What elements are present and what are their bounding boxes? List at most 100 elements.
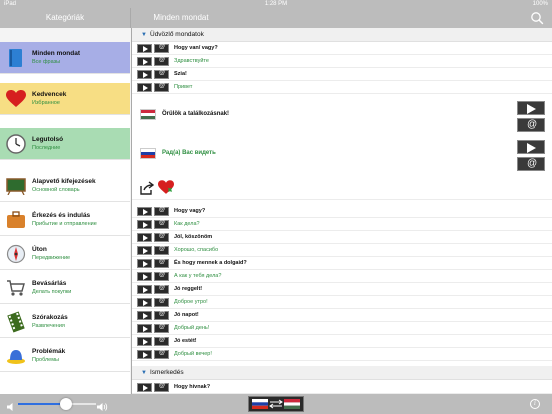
play-button[interactable] [137, 383, 152, 392]
play-button[interactable] [137, 298, 152, 307]
phrase-row[interactable]: Hogy vagy? [132, 205, 552, 218]
play-button[interactable] [517, 140, 545, 154]
phrase-text: Hogy hívnak? [174, 384, 211, 390]
sidebar-item-title: Alapvető kifejezések [32, 178, 96, 185]
sidebar-item-problems[interactable]: Problémák Проблемы [0, 340, 130, 372]
page-title: Minden mondat [153, 13, 209, 22]
sidebar-item-travel[interactable]: Úton Передвижение [0, 238, 130, 270]
battery-label: 100% [532, 1, 548, 7]
slow-play-button[interactable] [154, 324, 169, 333]
phrase-row[interactable]: Jó reggelt! [132, 283, 552, 296]
chevron-down-icon: ▼ [141, 370, 147, 376]
volume-slider-fill [18, 403, 67, 405]
phrase-text: Hogy vagy? [174, 208, 206, 214]
phrase-row[interactable]: Jó napot! [132, 309, 552, 322]
slow-play-button[interactable] [154, 298, 169, 307]
play-button[interactable] [137, 246, 152, 255]
slow-play-button[interactable] [154, 350, 169, 359]
slow-play-button[interactable] [154, 44, 169, 53]
sidebar-item-title: Érkezés és indulás [32, 212, 91, 219]
phrase-row[interactable]: Как дела? [132, 218, 552, 231]
slow-play-button[interactable] [154, 83, 169, 92]
slow-play-button[interactable] [154, 246, 169, 255]
sidebar-item-shopping[interactable]: Bevásárlás Делать покупки [0, 272, 130, 304]
share-icon[interactable] [140, 181, 155, 195]
play-button[interactable] [137, 350, 152, 359]
play-button[interactable] [137, 83, 152, 92]
section-header-introductions[interactable]: ▼ Ismerkedés [132, 366, 552, 380]
sidebar-item-title: Kedvencek [32, 91, 67, 98]
russian-flag-icon [140, 148, 156, 159]
slow-play-button[interactable] [154, 220, 169, 229]
phrase-row[interactable]: Hogy hívnak? [132, 381, 552, 394]
section-header-greetings[interactable]: ▼ Üdvözlő mondatok [132, 28, 552, 42]
sidebar-item-arrival-departure[interactable]: Érkezés és indulás Прибытие и отправлени… [0, 204, 130, 236]
clock-icon [6, 134, 26, 154]
phrase-row[interactable]: Szia! [132, 68, 552, 81]
play-button[interactable] [137, 44, 152, 53]
phrase-row[interactable]: Добрый день! [132, 322, 552, 335]
phrase-row[interactable]: Добрый вечер! [132, 348, 552, 361]
phrase-text: Добрый вечер! [174, 351, 212, 357]
sidebar-item-favorites[interactable]: Kedvencek Избранное [0, 83, 130, 115]
phrase-row[interactable]: А как у тебя дела? [132, 270, 552, 283]
sidebar-item-title: Szórakozás [32, 314, 68, 321]
phrase-row[interactable]: Jó estét! [132, 335, 552, 348]
slow-play-button[interactable] [154, 383, 169, 392]
slow-play-button[interactable] [517, 118, 545, 132]
language-switch-button[interactable] [248, 396, 304, 412]
phrase-text: Привет [174, 84, 193, 90]
phrase-row[interactable]: Здравствуйте [132, 55, 552, 68]
play-button[interactable] [137, 311, 152, 320]
play-button[interactable] [137, 57, 152, 66]
chevron-down-icon: ▼ [141, 32, 147, 38]
slow-play-button[interactable] [517, 157, 545, 171]
phrase-text: Szia! [174, 71, 187, 77]
phrase-text: Jó reggelt! [174, 286, 203, 292]
sidebar-item-recent[interactable]: Legutolsó Последние [0, 128, 130, 160]
volume-slider-knob[interactable] [60, 398, 73, 410]
sidebar-item-entertainment[interactable]: Szórakozás Развлечения [0, 306, 130, 338]
phrase-row[interactable]: És hogy mennek a dolgaid? [132, 257, 552, 270]
play-button[interactable] [137, 207, 152, 216]
volume-slider[interactable] [18, 398, 96, 410]
slow-play-button[interactable] [154, 259, 169, 268]
status-bar: iPad 1:28 PM 100% [0, 0, 552, 8]
play-button[interactable] [137, 324, 152, 333]
slow-play-button[interactable] [154, 57, 169, 66]
clock-label: 1:28 PM [264, 1, 288, 7]
phrase-row[interactable]: Хорошо, спасибо [132, 244, 552, 257]
play-button[interactable] [137, 220, 152, 229]
siren-icon [6, 346, 26, 366]
sidebar-item-title: Minden mondat [32, 50, 81, 57]
slow-play-button[interactable] [154, 311, 169, 320]
play-button[interactable] [137, 285, 152, 294]
play-button[interactable] [517, 101, 545, 115]
slow-play-button[interactable] [154, 337, 169, 346]
play-button[interactable] [137, 233, 152, 242]
slow-play-button[interactable] [154, 207, 169, 216]
info-icon[interactable]: i [530, 399, 540, 409]
sidebar-item-all-phrases[interactable]: Minden mondat Все фразы [0, 42, 130, 74]
play-button[interactable] [137, 337, 152, 346]
slow-play-button[interactable] [154, 272, 169, 281]
phrase-row[interactable]: Доброе утро! [132, 296, 552, 309]
sidebar-item-subtitle: Избранное [32, 100, 60, 106]
slow-play-button[interactable] [154, 70, 169, 79]
phrase-row[interactable]: Привет [132, 81, 552, 94]
sidebar-item-subtitle: Прибытие и отправление [32, 221, 97, 227]
suitcase-icon [6, 210, 26, 230]
slow-play-button[interactable] [154, 233, 169, 242]
sidebar-item-basic-expressions[interactable]: Alapvető kifejezések Основной словарь [0, 170, 130, 202]
phrase-row[interactable]: Jól, köszönöm [132, 231, 552, 244]
category-sidebar: Minden mondat Все фразы Kedvencek Избран… [0, 42, 130, 394]
play-button[interactable] [137, 259, 152, 268]
phrase-row[interactable]: Hogy van/ vagy? [132, 42, 552, 55]
search-button[interactable] [530, 11, 544, 25]
slow-play-button[interactable] [154, 285, 169, 294]
section-title: Ismerkedés [150, 369, 184, 376]
play-button[interactable] [137, 70, 152, 79]
add-favorite-icon[interactable] [158, 180, 174, 196]
play-button[interactable] [137, 272, 152, 281]
phrase-text: Добрый день! [174, 325, 210, 331]
